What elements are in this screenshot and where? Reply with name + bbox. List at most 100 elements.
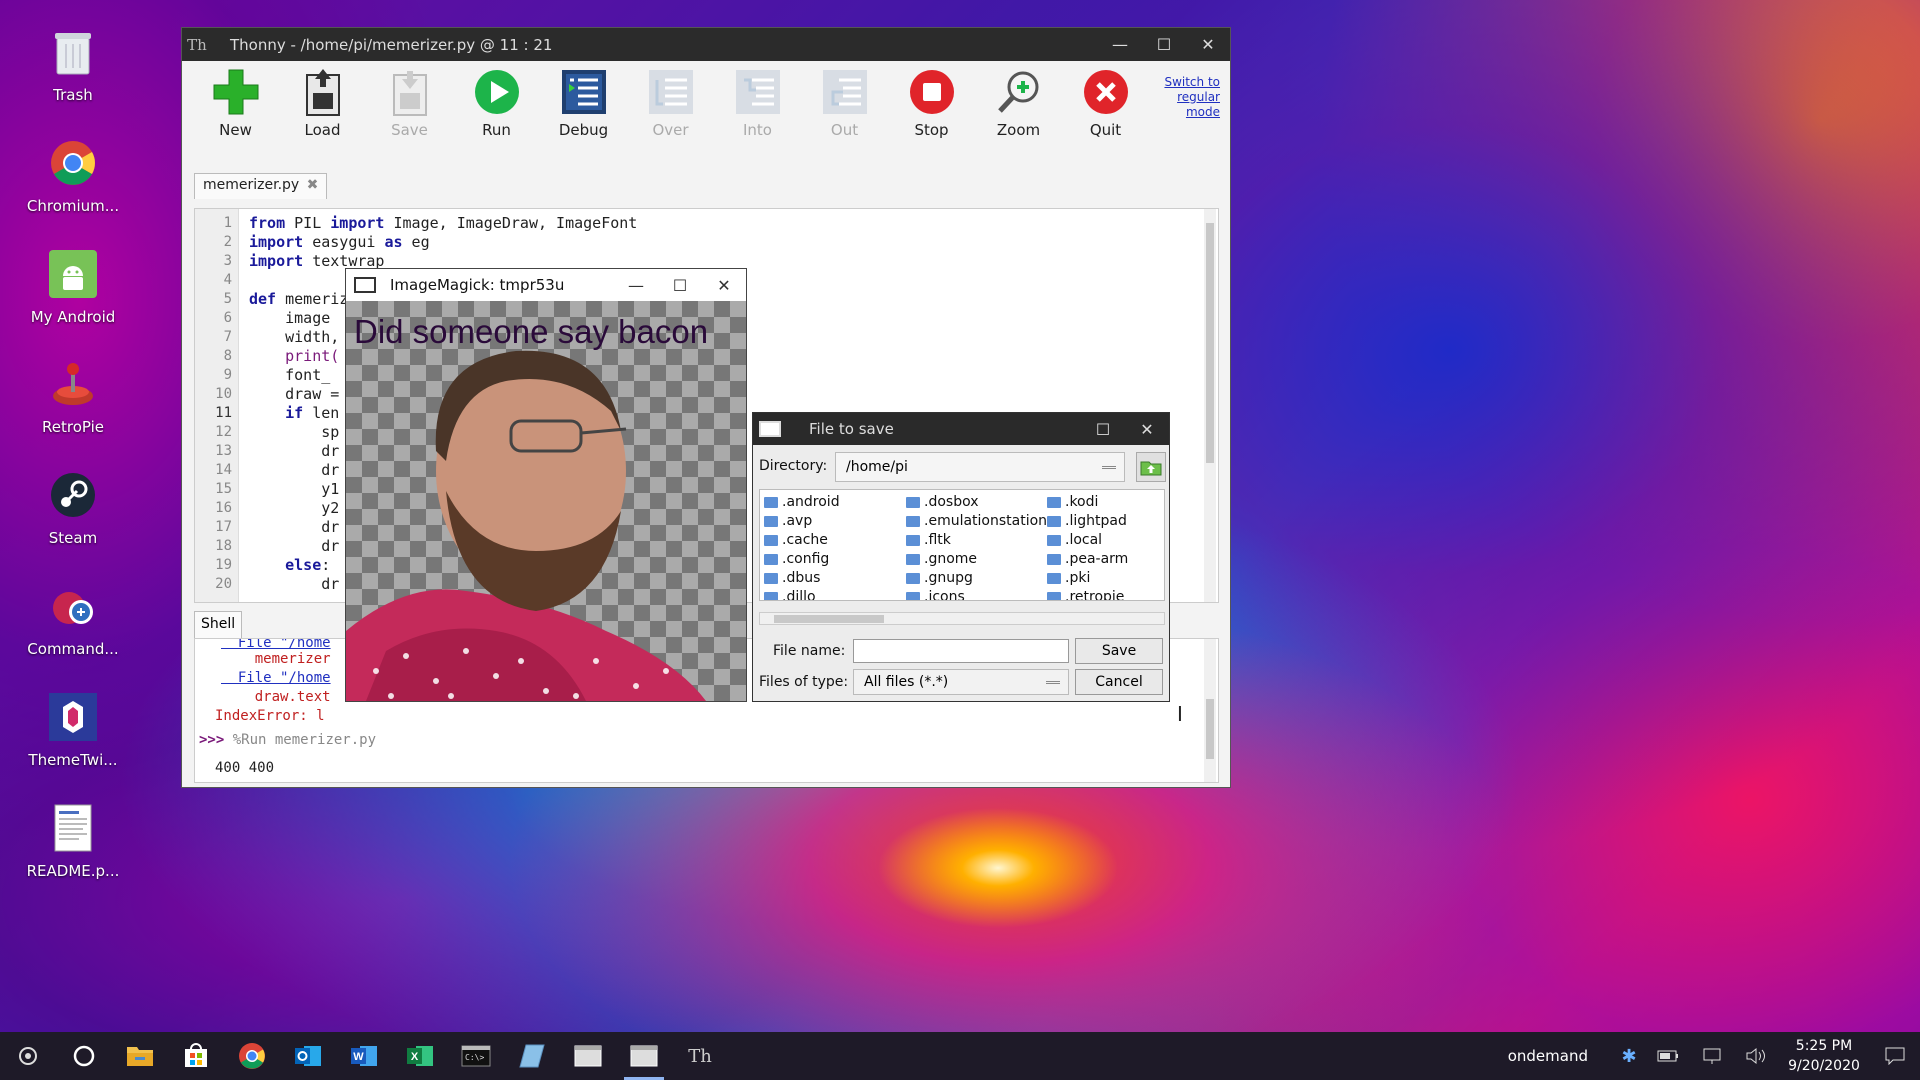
clock[interactable]: 5:25 PM 9/20/2020 [1778,1036,1870,1076]
step-over-button[interactable]: Over [627,61,714,171]
code-line: dr [249,461,340,479]
editor-scrollbar[interactable] [1204,209,1216,602]
stop-button[interactable]: Stop [888,61,975,171]
save-dialog-button[interactable]: Save [1075,638,1163,664]
desktop-icon-command[interactable]: Command... [0,580,146,658]
tab-shell[interactable]: Shell [194,611,243,639]
cortana-button[interactable] [56,1032,112,1080]
shell-traceback-line[interactable]: File "/home [221,639,331,651]
debug-button[interactable]: Debug [540,61,627,171]
close-button[interactable]: ✕ [1186,28,1230,61]
step-into-icon [733,67,783,117]
shell-traceback-line[interactable]: File "/home [221,670,331,686]
dialog-titlebar[interactable]: File to save ☐ ✕ [753,413,1169,445]
new-button[interactable]: New [192,61,279,171]
terminal-button[interactable]: C:\> [448,1032,504,1080]
maximize-button[interactable]: ☐ [1142,28,1186,61]
folder-item[interactable]: .emulationstation [906,513,1047,529]
folder-item[interactable]: .gnupg [906,570,973,586]
save-button[interactable]: Save [366,61,453,171]
bluetooth-icon[interactable]: ✱ [1612,1046,1646,1067]
imagemagick-titlebar[interactable]: ImageMagick: tmpr53u — ☐ ✕ [346,269,746,301]
load-button[interactable]: Load [279,61,366,171]
folder-item[interactable]: .dillo [764,589,816,600]
chrome-button[interactable] [224,1032,280,1080]
switch-to-regular-mode-link[interactable]: Switch to regular mode [1164,75,1220,120]
cancel-button[interactable]: Cancel [1075,669,1163,695]
folder-item[interactable]: .fltk [906,532,951,548]
file-explorer-button[interactable] [112,1032,168,1080]
thonny-taskbar-button[interactable]: Th [672,1032,728,1080]
excel-button[interactable]: X [392,1032,448,1080]
desktop-icon-readme[interactable]: README.p... [0,802,146,880]
code-line: dr [249,442,340,460]
desktop-icon-retropie[interactable]: RetroPie [0,358,146,436]
close-tab-icon[interactable]: ✖ [307,177,319,193]
line-number: 8 [223,348,232,364]
folder-item[interactable]: .pki [1047,570,1090,586]
volume-icon[interactable] [1734,1047,1778,1065]
battery-icon[interactable] [1646,1049,1690,1063]
folder-item[interactable]: .icons [906,589,965,600]
tab-memerizer[interactable]: memerizer.py ✖ [194,173,328,199]
run-play-icon [472,67,522,117]
word-button[interactable]: W [336,1032,392,1080]
maximize-button[interactable]: ☐ [658,269,702,301]
zoom-button[interactable]: Zoom [975,61,1062,171]
close-button[interactable]: ✕ [702,269,746,301]
network-name[interactable]: ondemand [1508,1047,1588,1065]
step-out-button[interactable]: Out [801,61,888,171]
folder-item[interactable]: .android [764,494,840,510]
desktop-icon-steam[interactable]: Steam [0,469,146,547]
folder-item[interactable]: .cache [764,532,828,548]
quit-label: Quit [1089,121,1122,139]
window-button[interactable] [560,1032,616,1080]
shell-scrollbar[interactable] [1204,639,1216,782]
folder-icon [764,553,778,565]
file-type-select[interactable]: All files (*.*) [853,669,1069,695]
remote-button[interactable] [504,1032,560,1080]
parent-directory-button[interactable] [1136,452,1166,482]
folder-list-hscrollbar[interactable] [759,612,1165,625]
folder-item[interactable]: .local [1047,532,1102,548]
start-button[interactable] [0,1032,56,1080]
folder-item[interactable]: .lightpad [1047,513,1127,529]
file-explorer-icon [127,1047,153,1066]
outlook-button[interactable] [280,1032,336,1080]
notifications-icon[interactable] [1870,1047,1920,1065]
scrollbar-thumb[interactable] [1206,223,1214,463]
folder-item[interactable]: .avp [764,513,812,529]
folder-item[interactable]: .kodi [1047,494,1098,510]
line-number: 18 [215,538,232,554]
line-number: 16 [215,500,232,516]
window-active-button[interactable] [616,1032,672,1080]
folder-up-icon [1140,461,1162,476]
desktop-icon-trash[interactable]: Trash [0,26,146,104]
maximize-button[interactable]: ☐ [1081,413,1125,445]
directory-select[interactable]: /home/pi [835,452,1125,482]
folder-item[interactable]: .retropie [1047,589,1124,600]
desktop-icon-chromium[interactable]: Chromium... [0,137,146,215]
folder-item[interactable]: .dosbox [906,494,979,510]
thonny-titlebar[interactable]: Th Thonny - /home/pi/memerizer.py @ 11 :… [182,28,1230,61]
folder-item[interactable]: .pea-arm [1047,551,1128,567]
desktop-icon-my-android[interactable]: My Android [0,248,146,326]
scrollbar-thumb[interactable] [1206,699,1214,759]
network-icon[interactable] [1690,1047,1734,1065]
folder-item[interactable]: .dbus [764,570,820,586]
window-title: Thonny - /home/pi/memerizer.py @ 11 : 21 [230,35,553,54]
folder-item[interactable]: .gnome [906,551,977,567]
minimize-button[interactable]: — [614,269,658,301]
quit-button[interactable]: Quit [1062,61,1149,171]
store-button[interactable] [168,1032,224,1080]
desktop-icon-themetwi[interactable]: ThemeTwi... [0,691,146,769]
folder-list[interactable]: .android .avp .cache .config .dbus .dill… [759,489,1165,601]
close-button[interactable]: ✕ [1125,413,1169,445]
run-button[interactable]: Run [453,61,540,171]
step-into-button[interactable]: Into [714,61,801,171]
scrollbar-thumb[interactable] [774,615,884,623]
folder-item[interactable]: .config [764,551,829,567]
folder-icon [764,591,778,600]
minimize-button[interactable]: — [1098,28,1142,61]
file-name-input[interactable] [853,639,1069,663]
